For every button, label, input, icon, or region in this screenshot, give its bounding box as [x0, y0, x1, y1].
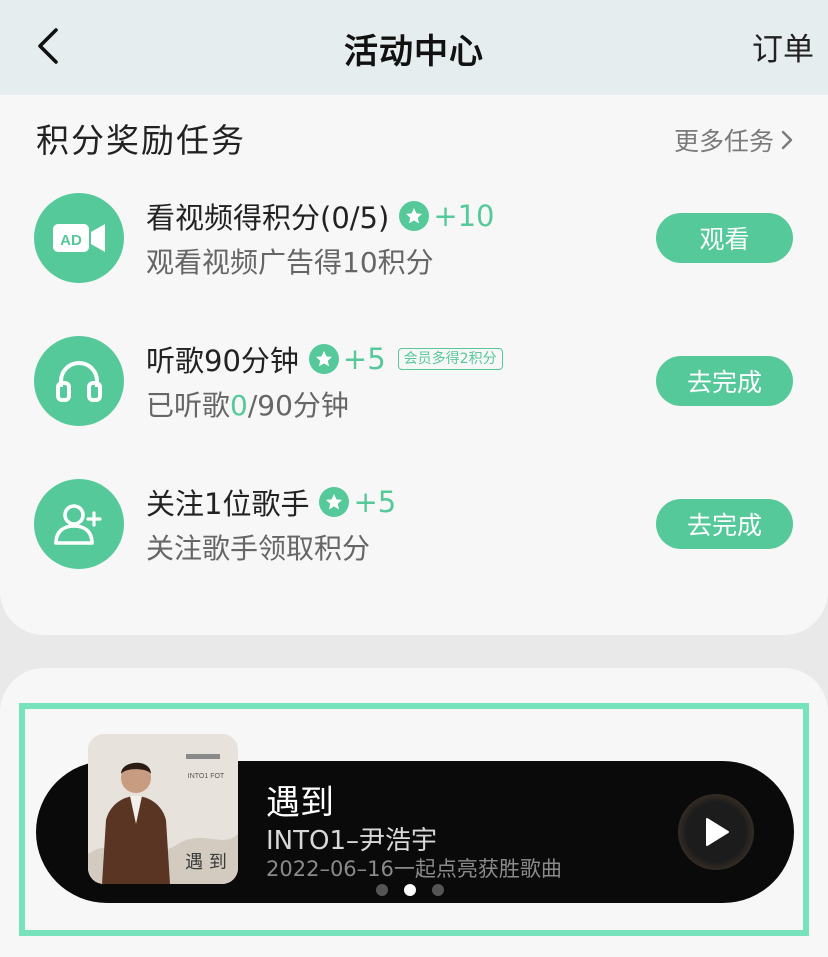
- star-icon: [399, 201, 430, 231]
- top-bar: 活动中心 订单: [0, 0, 828, 95]
- task-row-follow-singer: 关注1位歌手 +5 关注歌手领取积分 去完成: [0, 479, 828, 579]
- task-row-watch-video: AD 看视频得积分(0/5) +10 观看视频广告得10积分 观看: [0, 193, 828, 293]
- points-value: +5: [342, 342, 386, 376]
- banner-highlight-frame: [19, 703, 809, 936]
- task-desc: 已听歌0/90分钟: [146, 384, 349, 424]
- task-name-text: 听歌90分钟: [146, 344, 299, 378]
- points-value: +10: [433, 199, 495, 233]
- task-name-text: 看视频得积分(0/5): [146, 201, 390, 235]
- task-row-listen: 听歌90分钟 +5 会员多得2积分 已听歌0/90分钟 去完成: [0, 336, 828, 436]
- follow-user-icon: [34, 479, 124, 569]
- task-desc: 观看视频广告得10积分: [146, 246, 434, 279]
- orders-link[interactable]: 订单: [752, 24, 814, 69]
- ad-video-icon: AD: [34, 193, 124, 283]
- points-value: +5: [353, 485, 397, 519]
- vip-bonus-badge: 会员多得2积分: [397, 348, 503, 370]
- more-tasks-label: 更多任务: [673, 127, 774, 156]
- complete-button[interactable]: 去完成: [656, 356, 793, 406]
- svg-text:AD: AD: [60, 232, 82, 249]
- more-tasks-link[interactable]: 更多任务: [674, 122, 794, 158]
- task-name: 听歌90分钟 +5 会员多得2积分: [146, 338, 503, 380]
- complete-button[interactable]: 去完成: [656, 499, 793, 549]
- task-desc-suffix: /90分钟: [247, 389, 349, 422]
- task-name-text: 关注1位歌手: [146, 487, 310, 521]
- star-icon: [308, 344, 339, 374]
- task-desc: 关注歌手领取积分: [146, 532, 371, 565]
- chevron-right-icon: [781, 130, 793, 150]
- section-title: 积分奖励任务: [36, 121, 246, 160]
- headphones-icon: [34, 336, 124, 426]
- task-name: 关注1位歌手 +5: [146, 481, 396, 523]
- listened-count: 0: [230, 389, 248, 422]
- task-name: 看视频得积分(0/5) +10: [146, 195, 495, 237]
- watch-button[interactable]: 观看: [656, 213, 793, 263]
- page-title: 活动中心: [344, 32, 484, 72]
- star-icon: [319, 487, 350, 517]
- task-desc-prefix: 已听歌: [146, 389, 231, 422]
